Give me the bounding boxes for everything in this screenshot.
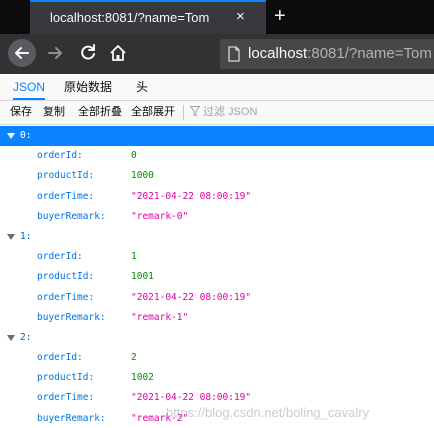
json-tree: 0: orderId: 0 productId: 1000 orderTime: "2…: [0, 126, 434, 428]
filter-placeholder: 过滤 JSON: [203, 106, 258, 118]
collapse-all-button[interactable]: 全部折叠: [78, 101, 122, 124]
tab-json[interactable]: JSON: [13, 74, 46, 100]
tree-row: productId: 1002: [0, 368, 434, 388]
expand-all-button[interactable]: 全部展开: [131, 101, 175, 124]
new-tab-icon[interactable]: +: [274, 5, 286, 27]
toolbar-divider: [183, 105, 184, 120]
tab-title: localhost:8081/?name=Tom: [50, 10, 210, 25]
tree-row: buyerRemark: "remark-0": [0, 207, 434, 227]
tab-strip: localhost:8081/?name=Tom × +: [0, 0, 434, 34]
tab-headers[interactable]: 头: [136, 74, 148, 100]
home-icon[interactable]: [108, 43, 128, 63]
tree-row: orderTime: "2021-04-22 08:00:19": [0, 288, 434, 308]
save-button[interactable]: 保存: [10, 101, 32, 124]
json-value: 1000: [131, 170, 154, 182]
json-key: orderTime:: [37, 291, 95, 303]
node-index: 0:: [20, 130, 32, 141]
node-index: 1:: [20, 230, 32, 242]
json-value: 1: [131, 251, 137, 263]
tree-row: orderTime: "2021-04-22 08:00:19": [0, 187, 434, 207]
url-path: :8081/?name=Tom: [307, 45, 432, 62]
url-host: localhost: [248, 45, 308, 62]
json-key: productId:: [37, 372, 95, 384]
json-value: "2021-04-22 08:00:19": [131, 291, 252, 303]
json-value: "remark-1": [131, 311, 189, 323]
expand-triangle-icon[interactable]: [7, 133, 15, 139]
tree-row: productId: 1001: [0, 267, 434, 287]
watermark: https://blog.csdn.net/boling_cavalry: [166, 405, 370, 420]
tree-row: orderId: 0: [0, 146, 434, 166]
json-key: buyerRemark:: [37, 210, 106, 222]
json-value: 1002: [131, 372, 154, 384]
json-key: orderTime:: [37, 392, 95, 404]
tab-raw-data[interactable]: 原始数据: [64, 74, 112, 100]
tree-row: orderId: 2: [0, 348, 434, 368]
reload-icon[interactable]: [79, 43, 97, 63]
json-key: productId:: [37, 271, 95, 283]
tree-node-1[interactable]: 1:: [0, 227, 434, 247]
json-key: buyerRemark:: [37, 311, 106, 323]
address-bar[interactable]: localhost:8081/?name=Tom: [220, 39, 434, 69]
filter-json-input[interactable]: 过滤 JSON: [190, 101, 257, 124]
json-value: 2: [131, 352, 137, 364]
expand-triangle-icon[interactable]: [7, 233, 15, 240]
filter-icon: [190, 106, 200, 117]
json-key: orderId:: [37, 352, 83, 364]
copy-button[interactable]: 复制: [43, 101, 65, 124]
back-button[interactable]: [8, 39, 36, 67]
json-value: "2021-04-22 08:00:19": [131, 190, 252, 202]
json-key: productId:: [37, 170, 95, 182]
json-toolbar: 保存 复制 全部折叠 全部展开 过滤 JSON: [0, 101, 434, 125]
browser-tab[interactable]: localhost:8081/?name=Tom ×: [30, 0, 266, 34]
forward-arrow-icon[interactable]: [46, 43, 64, 63]
close-icon[interactable]: ×: [236, 9, 245, 25]
expand-triangle-icon[interactable]: [7, 334, 15, 341]
tree-node-0[interactable]: 0:: [0, 126, 434, 147]
json-viewer-tabs: JSON 原始数据 头: [0, 74, 434, 101]
json-key: orderId:: [37, 150, 83, 162]
arrow-left-icon: [15, 47, 29, 59]
page-icon: [228, 46, 240, 62]
url-text: localhost:8081/?name=Tom: [248, 45, 432, 62]
tree-row: buyerRemark: "remark-1": [0, 308, 434, 328]
navigation-bar: localhost:8081/?name=Tom: [0, 34, 434, 74]
node-index: 2:: [20, 331, 32, 343]
json-value: "remark-0": [131, 210, 189, 222]
tree-row: productId: 1000: [0, 166, 434, 186]
json-key: orderTime:: [37, 190, 95, 202]
tree-row: orderId: 1: [0, 247, 434, 267]
json-value: 1001: [131, 271, 154, 283]
json-key: orderId:: [37, 251, 83, 263]
json-value: 0: [131, 150, 137, 162]
tree-node-2[interactable]: 2:: [0, 328, 434, 348]
json-key: buyerRemark:: [37, 412, 106, 424]
